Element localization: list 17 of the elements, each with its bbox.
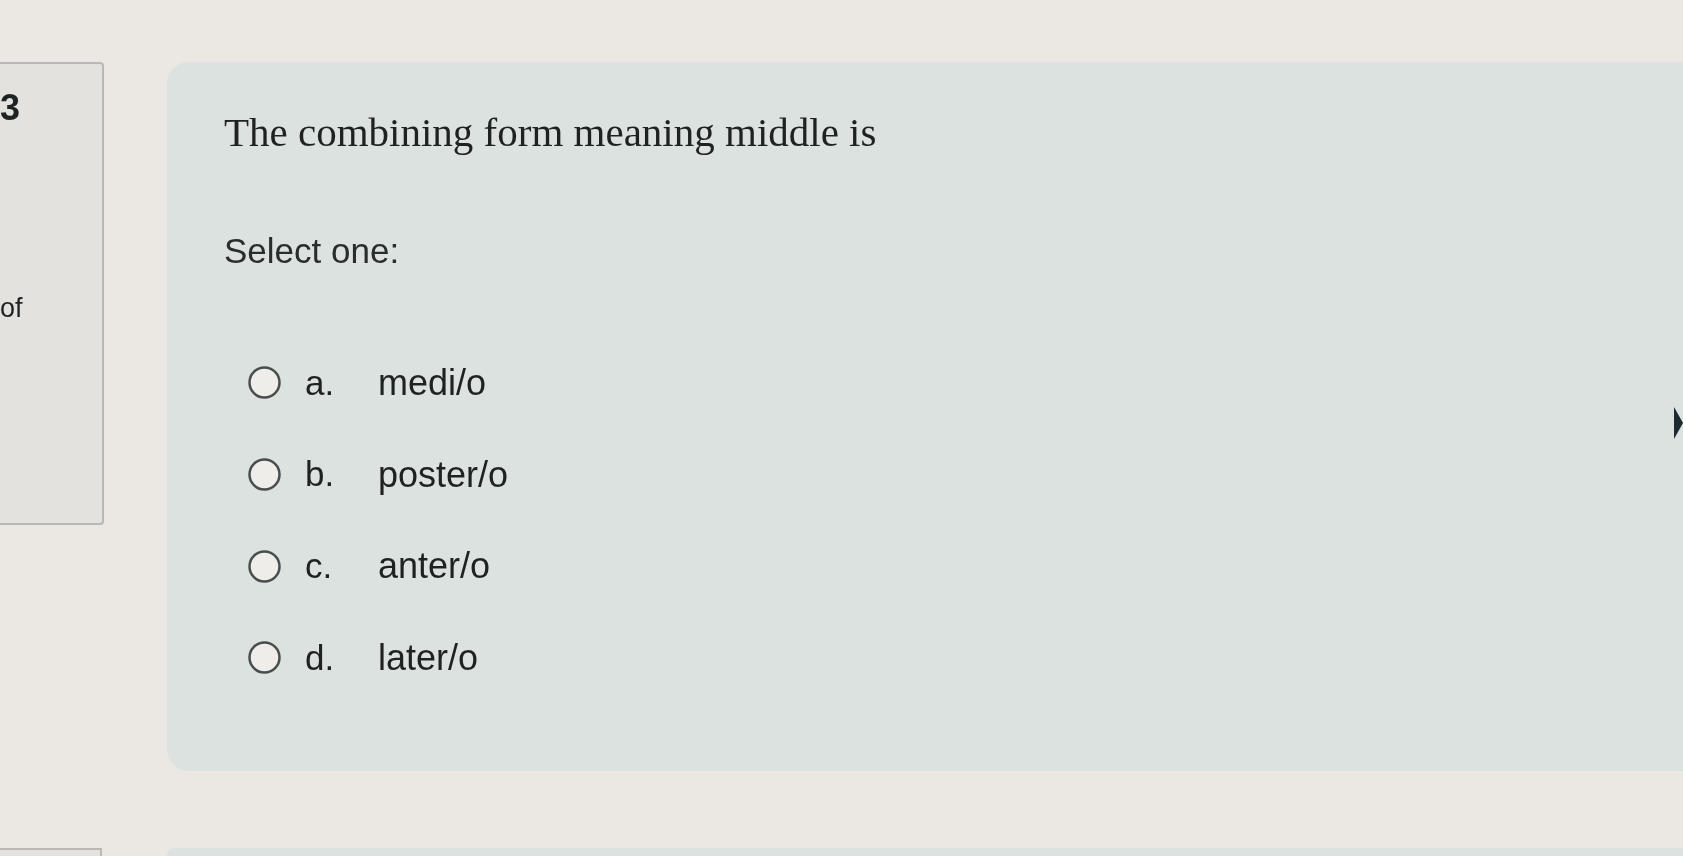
option-label[interactable]: poster/o (378, 454, 509, 495)
info-text: of (0, 295, 23, 322)
option-label[interactable]: anter/o (378, 546, 491, 586)
arrow-icon[interactable] (1674, 407, 1683, 439)
option-letter: a. (305, 363, 336, 403)
option-letter: b. (305, 455, 336, 494)
option-letter: c. (305, 546, 334, 586)
option-label[interactable]: later/o (378, 637, 479, 678)
question-text: The combining form meaning middle is (224, 108, 877, 157)
radio-button[interactable] (248, 641, 281, 675)
radio-button[interactable] (248, 366, 281, 400)
option-label[interactable]: medi/o (378, 363, 487, 403)
question-number: 3 (0, 90, 21, 126)
option-letter: d. (305, 638, 336, 677)
radio-button[interactable] (248, 549, 281, 583)
select-prompt: Select one: (224, 230, 400, 273)
radio-button[interactable] (248, 458, 281, 492)
